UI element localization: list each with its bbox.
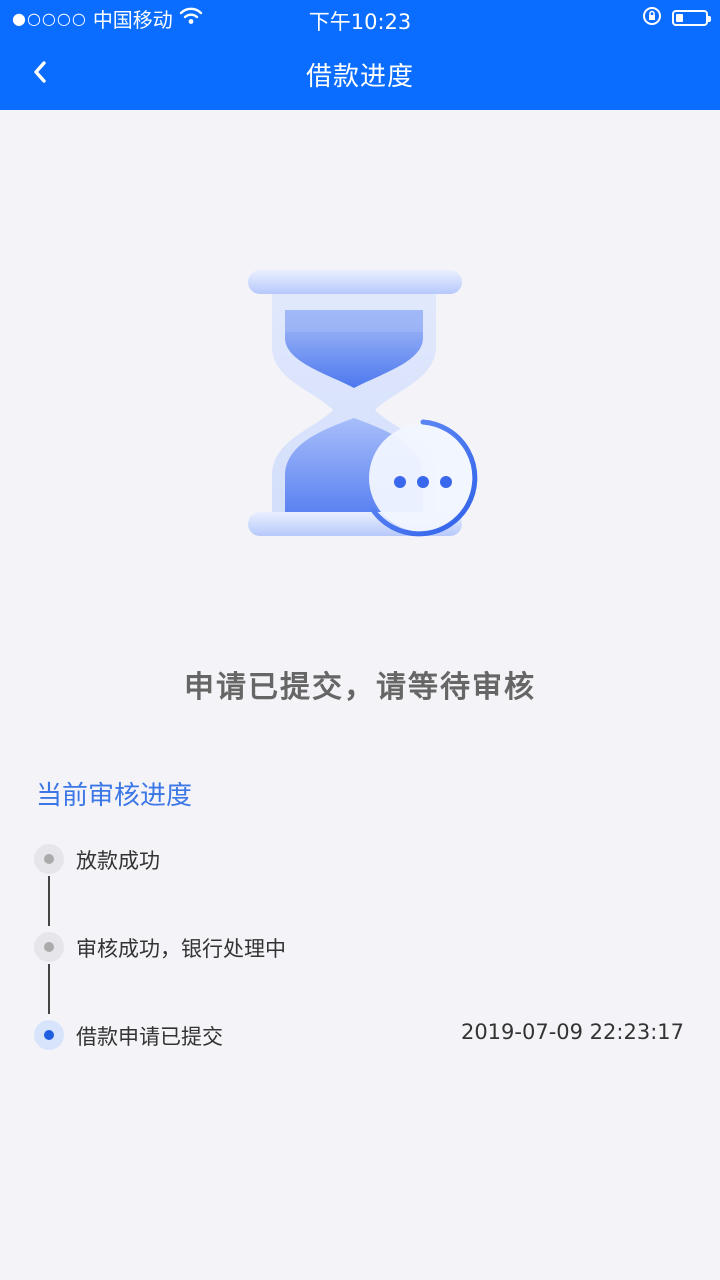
status-headline: 申请已提交，请等待审核 bbox=[184, 670, 536, 705]
hourglass-illustration bbox=[230, 250, 500, 560]
status-bar: ●○○○○ 中国移动 下午10:23 bbox=[0, 0, 720, 36]
status-time: 下午10:23 bbox=[308, 10, 412, 34]
progress-section-title: 当前审核进度 bbox=[36, 781, 193, 811]
step-label: 放款成功 bbox=[76, 849, 160, 873]
step-dot-icon bbox=[34, 844, 64, 874]
progress-timeline: 放款成功 审核成功，银行处理中 借款申请已提交 2019-07-09 22:23… bbox=[0, 830, 720, 1070]
timeline-step: 借款申请已提交 2019-07-09 22:23:17 bbox=[34, 1020, 684, 1050]
timeline-connector bbox=[48, 876, 50, 926]
pending-dots-icon bbox=[394, 476, 452, 488]
step-dot-icon bbox=[34, 932, 64, 962]
nav-bar: 借款进度 bbox=[0, 36, 720, 110]
step-dot-active-icon bbox=[34, 1020, 64, 1050]
battery-icon bbox=[672, 10, 711, 26]
step-time: 2019-07-09 22:23:17 bbox=[460, 1020, 684, 1044]
timeline-step: 审核成功，银行处理中 bbox=[34, 932, 684, 962]
timeline-step: 放款成功 bbox=[34, 844, 684, 874]
page-title: 借款进度 bbox=[305, 62, 414, 92]
status-right bbox=[642, 6, 711, 30]
rotation-lock-icon bbox=[642, 6, 662, 30]
hourglass-icon bbox=[248, 270, 478, 537]
timeline-connector bbox=[48, 964, 50, 1014]
step-label: 借款申请已提交 bbox=[76, 1025, 223, 1049]
step-label: 审核成功，银行处理中 bbox=[76, 937, 286, 961]
